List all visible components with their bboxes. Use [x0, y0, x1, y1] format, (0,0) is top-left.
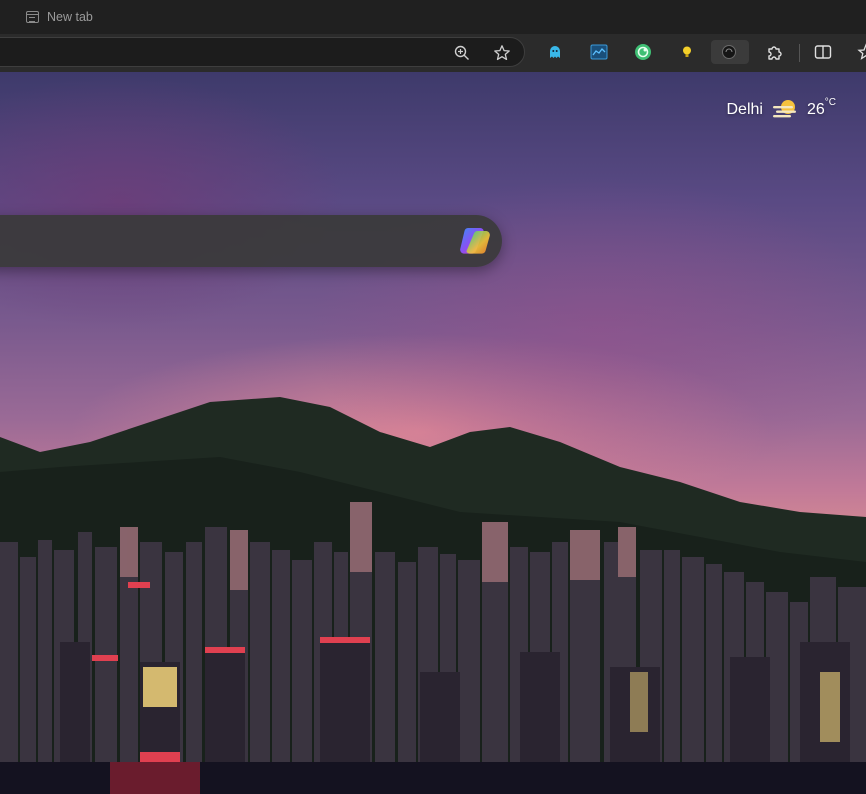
- split-screen-icon[interactable]: [811, 40, 835, 64]
- new-tab-page-icon: [26, 11, 39, 23]
- zoom-icon[interactable]: [453, 44, 471, 62]
- weather-temperature: 26: [806, 101, 825, 118]
- extensions-puzzle-icon[interactable]: [763, 40, 787, 64]
- new-tab-page: Delhi 26°C: [0, 72, 866, 794]
- toolbar-separator: [799, 44, 800, 62]
- chart-extension-icon[interactable]: [587, 40, 611, 64]
- weather-unit: °C: [824, 97, 836, 108]
- tab-strip: New tab: [0, 0, 866, 34]
- address-bar[interactable]: [0, 37, 525, 67]
- green-circle-extension-icon[interactable]: [631, 40, 655, 64]
- web-search-box[interactable]: [0, 215, 502, 267]
- favorites-icon[interactable]: [854, 40, 866, 64]
- copilot-icon[interactable]: [458, 225, 492, 257]
- weather-widget[interactable]: Delhi 26°C: [726, 97, 837, 122]
- browser-toolbar: [0, 34, 866, 96]
- bulb-extension-icon[interactable]: [675, 40, 699, 64]
- favorite-star-icon[interactable]: [493, 44, 511, 62]
- weather-city: Delhi: [726, 101, 763, 118]
- haze-sun-icon: [772, 100, 796, 118]
- ghost-extension-icon[interactable]: [543, 40, 567, 64]
- city-skyline-wallpaper: [0, 397, 866, 794]
- dark-extension-icon[interactable]: [711, 40, 749, 64]
- tab-new-tab[interactable]: New tab: [18, 4, 101, 30]
- tab-title: New tab: [47, 10, 93, 24]
